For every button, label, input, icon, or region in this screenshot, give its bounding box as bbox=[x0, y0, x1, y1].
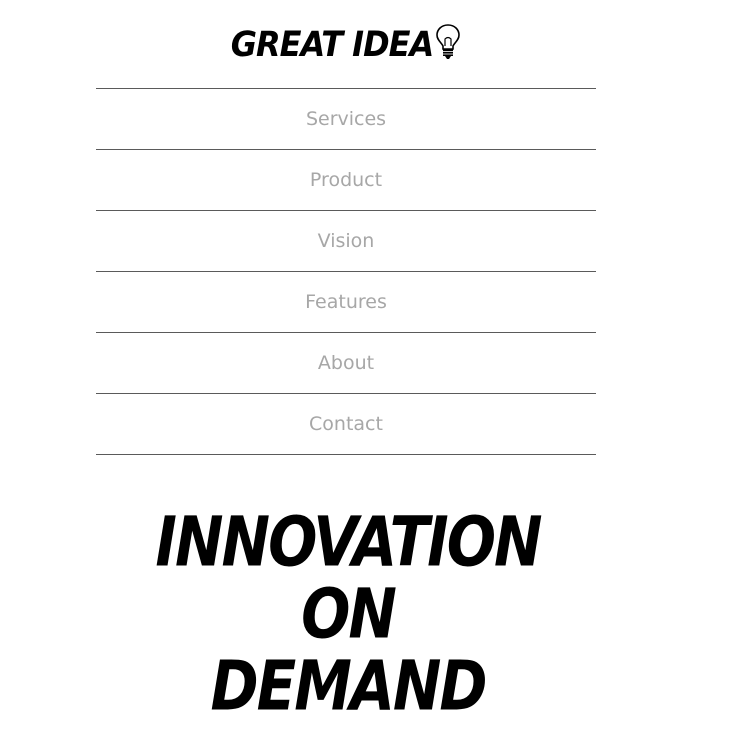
nav-label: Services bbox=[305, 108, 387, 130]
nav-item-features[interactable]: Features bbox=[96, 272, 596, 333]
nav-item-about[interactable]: About bbox=[96, 333, 596, 394]
logo-text: GREAT IDEA bbox=[230, 23, 435, 65]
main-nav: Services Product Vision Features About C… bbox=[96, 88, 596, 455]
hero-line: DEMAND bbox=[210, 645, 487, 727]
nav-item-services[interactable]: Services bbox=[96, 89, 596, 150]
nav-label: Vision bbox=[317, 230, 375, 252]
nav-label: Contact bbox=[309, 413, 383, 435]
nav-item-product[interactable]: Product bbox=[96, 150, 596, 211]
nav-item-vision[interactable]: Vision bbox=[96, 211, 596, 272]
nav-label: Features bbox=[305, 291, 387, 313]
nav-label: Product bbox=[309, 169, 383, 191]
lightbulb-icon bbox=[435, 22, 461, 62]
nav-label: About bbox=[317, 352, 375, 374]
hero-heading: INNOVATION ON DEMAND bbox=[0, 502, 696, 726]
page: GREAT IDEA Services Product Vision Featu… bbox=[0, 0, 737, 740]
logo[interactable]: GREAT IDEA bbox=[0, 23, 692, 65]
nav-item-contact[interactable]: Contact bbox=[96, 394, 596, 455]
